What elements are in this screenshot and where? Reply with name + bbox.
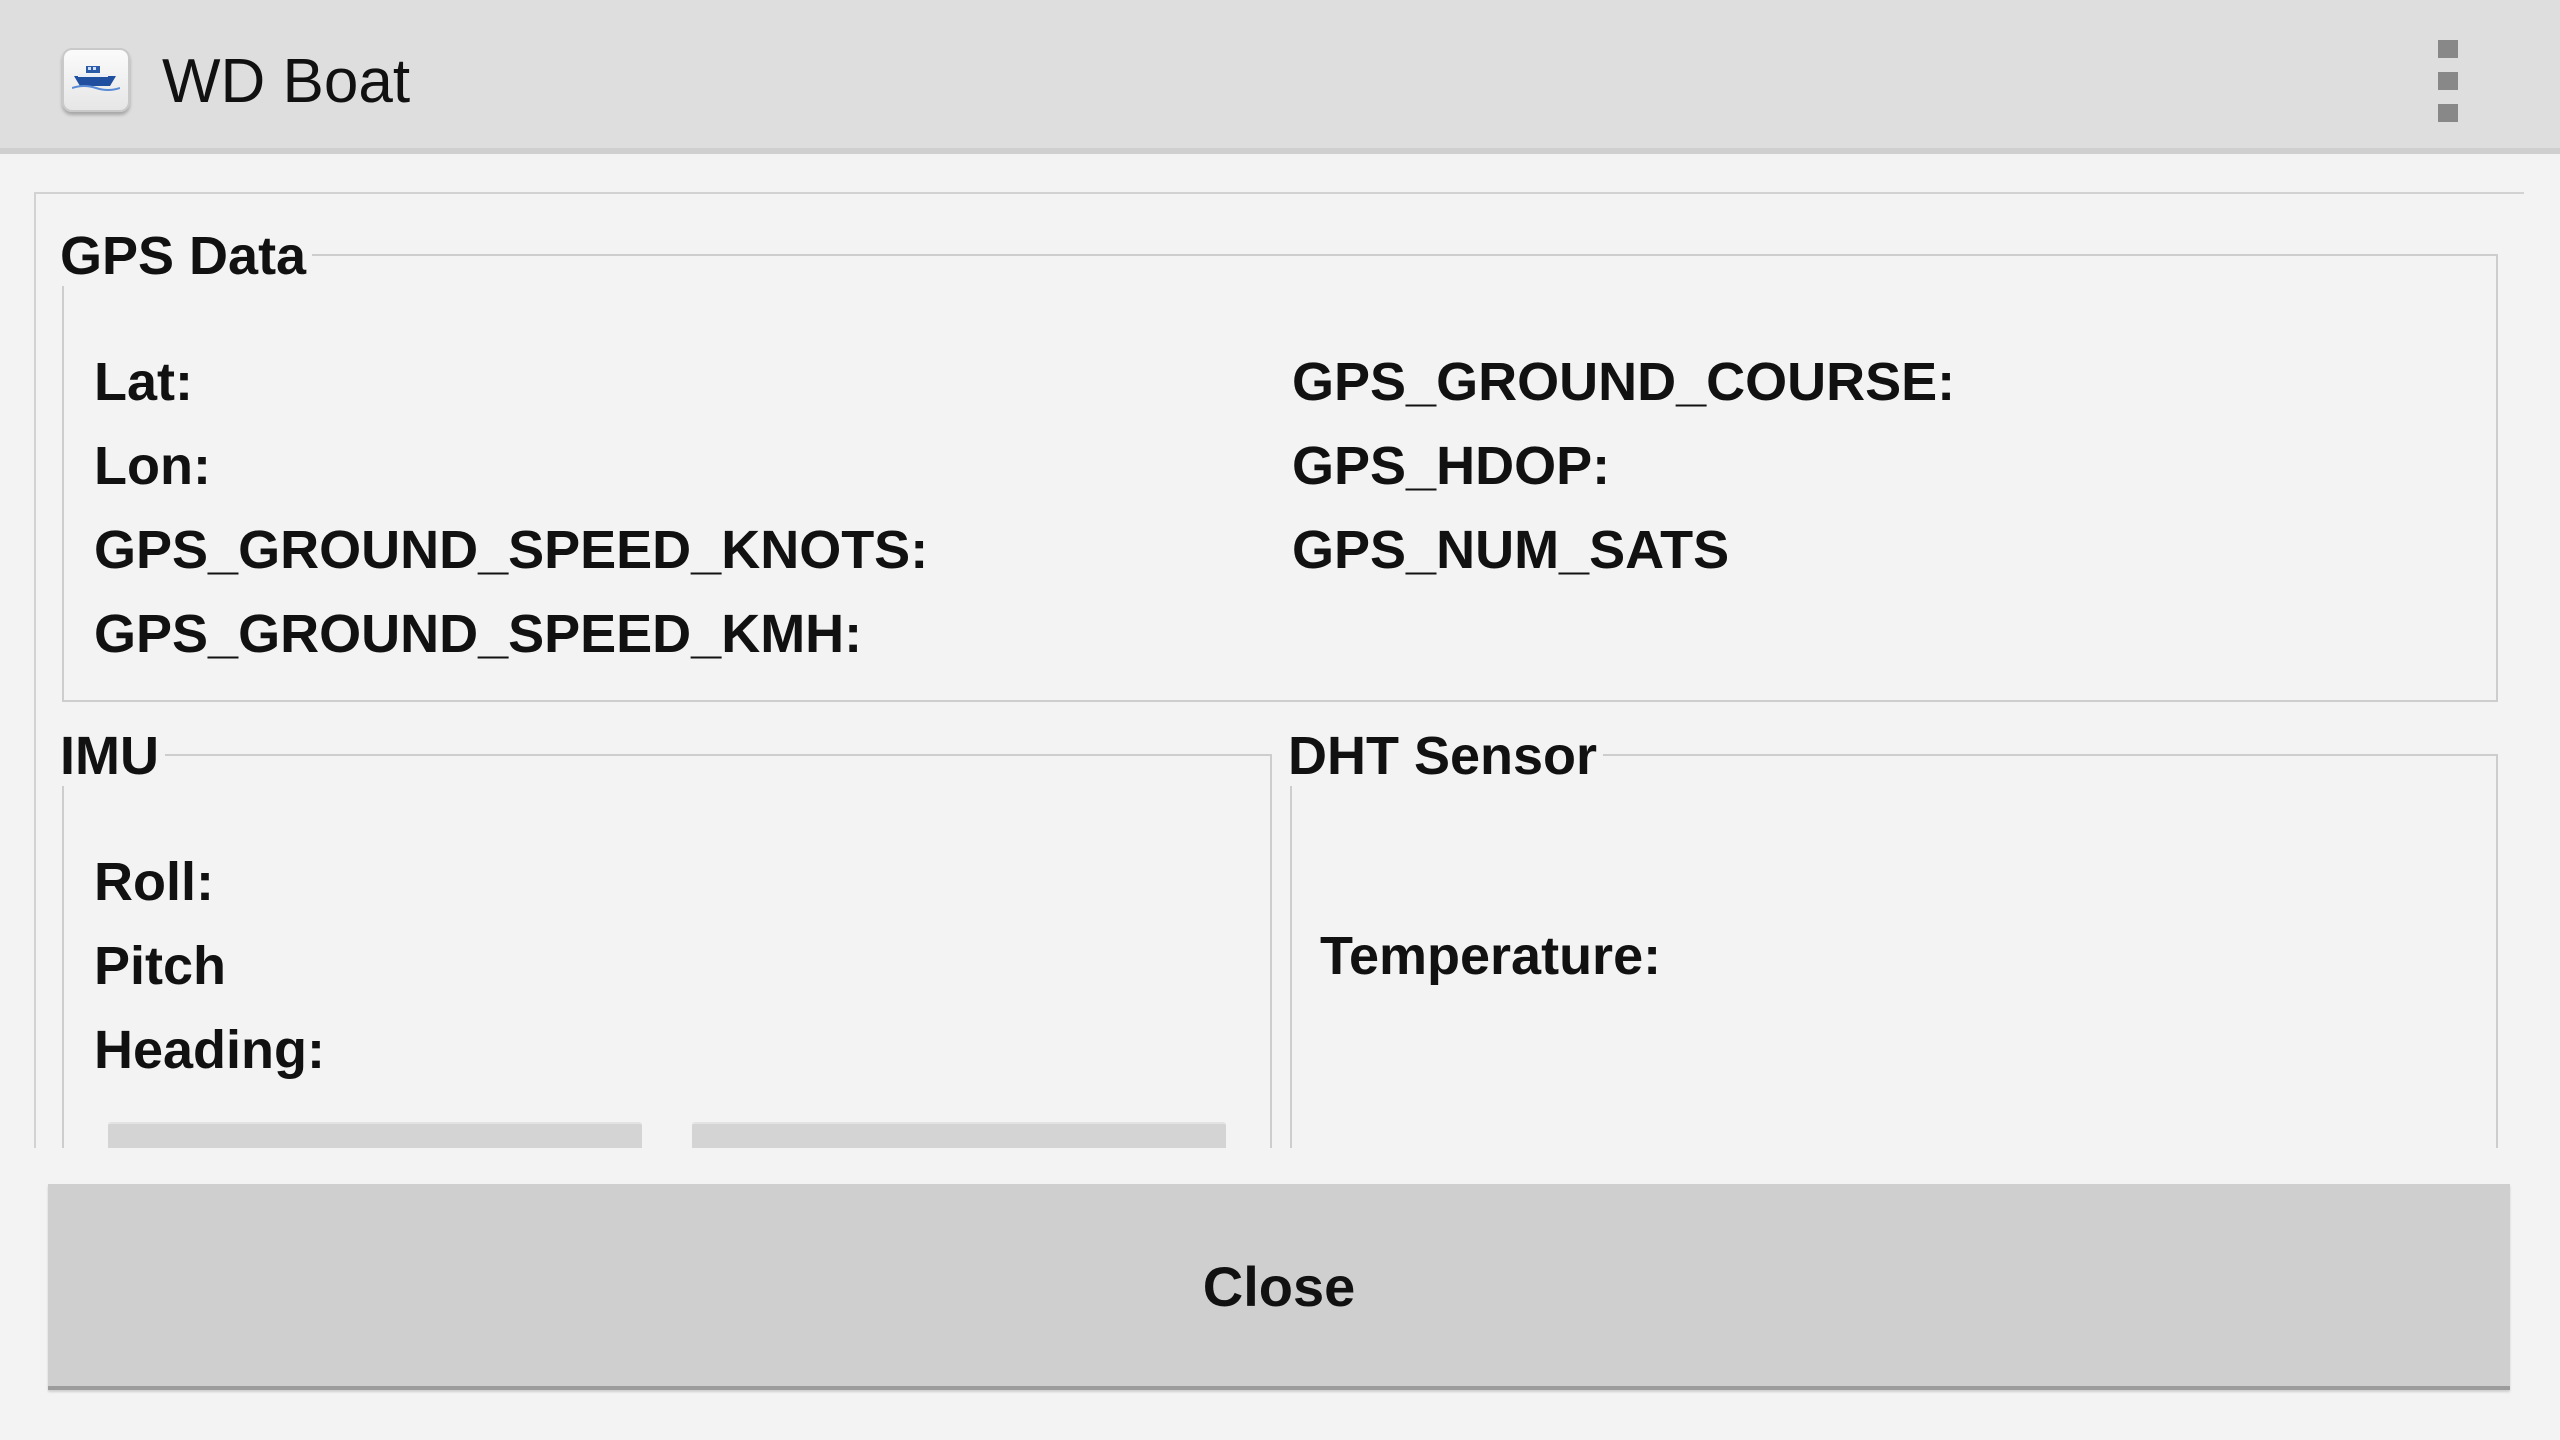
imu-action-button-2[interactable] <box>692 1122 1226 1148</box>
lon-label: Lon: <box>94 436 211 496</box>
app-title: WD Boat <box>162 47 411 116</box>
lat-label: Lat: <box>94 352 193 412</box>
imu-action-button-1[interactable] <box>108 1122 642 1148</box>
roll-label: Roll: <box>94 852 214 912</box>
temperature-label: Temperature: <box>1320 926 1662 986</box>
action-bar: WD Boat <box>0 0 2560 154</box>
heading-label: Heading: <box>94 1020 326 1080</box>
dht-sensor-title: DHT Sensor <box>1288 726 1604 786</box>
ground-course-label: GPS_GROUND_COURSE: <box>1292 352 1956 412</box>
boat-icon[interactable] <box>62 48 130 112</box>
menu-dot <box>2438 72 2458 90</box>
scroll-content[interactable]: GPS Data Lat: Lon: GPS_GROUND_SPEED_KNOT… <box>34 192 2524 1148</box>
app-screen: WD Boat GPS Data Lat: Lon: GPS_GROUND_SP… <box>0 0 2560 1440</box>
pitch-label: Pitch <box>94 936 227 996</box>
ground-speed-knots-label: GPS_GROUND_SPEED_KNOTS: <box>94 520 929 580</box>
gps-data-group: GPS Data Lat: Lon: GPS_GROUND_SPEED_KNOT… <box>60 226 2498 702</box>
imu-title: IMU <box>60 726 165 786</box>
menu-dot <box>2438 40 2458 58</box>
num-sats-label: GPS_NUM_SATS <box>1292 520 1730 580</box>
imu-group: IMU Roll: Pitch Heading: <box>60 726 1272 1148</box>
ground-speed-kmh-label: GPS_GROUND_SPEED_KMH: <box>94 604 863 664</box>
hdop-label: GPS_HDOP: <box>1292 436 1611 496</box>
dht-sensor-group: DHT Sensor Temperature: <box>1288 726 2498 1148</box>
gps-data-title: GPS Data <box>60 226 313 286</box>
menu-dot <box>2438 104 2458 122</box>
overflow-menu-icon[interactable] <box>2420 38 2476 124</box>
close-button[interactable]: Close <box>48 1184 2510 1390</box>
